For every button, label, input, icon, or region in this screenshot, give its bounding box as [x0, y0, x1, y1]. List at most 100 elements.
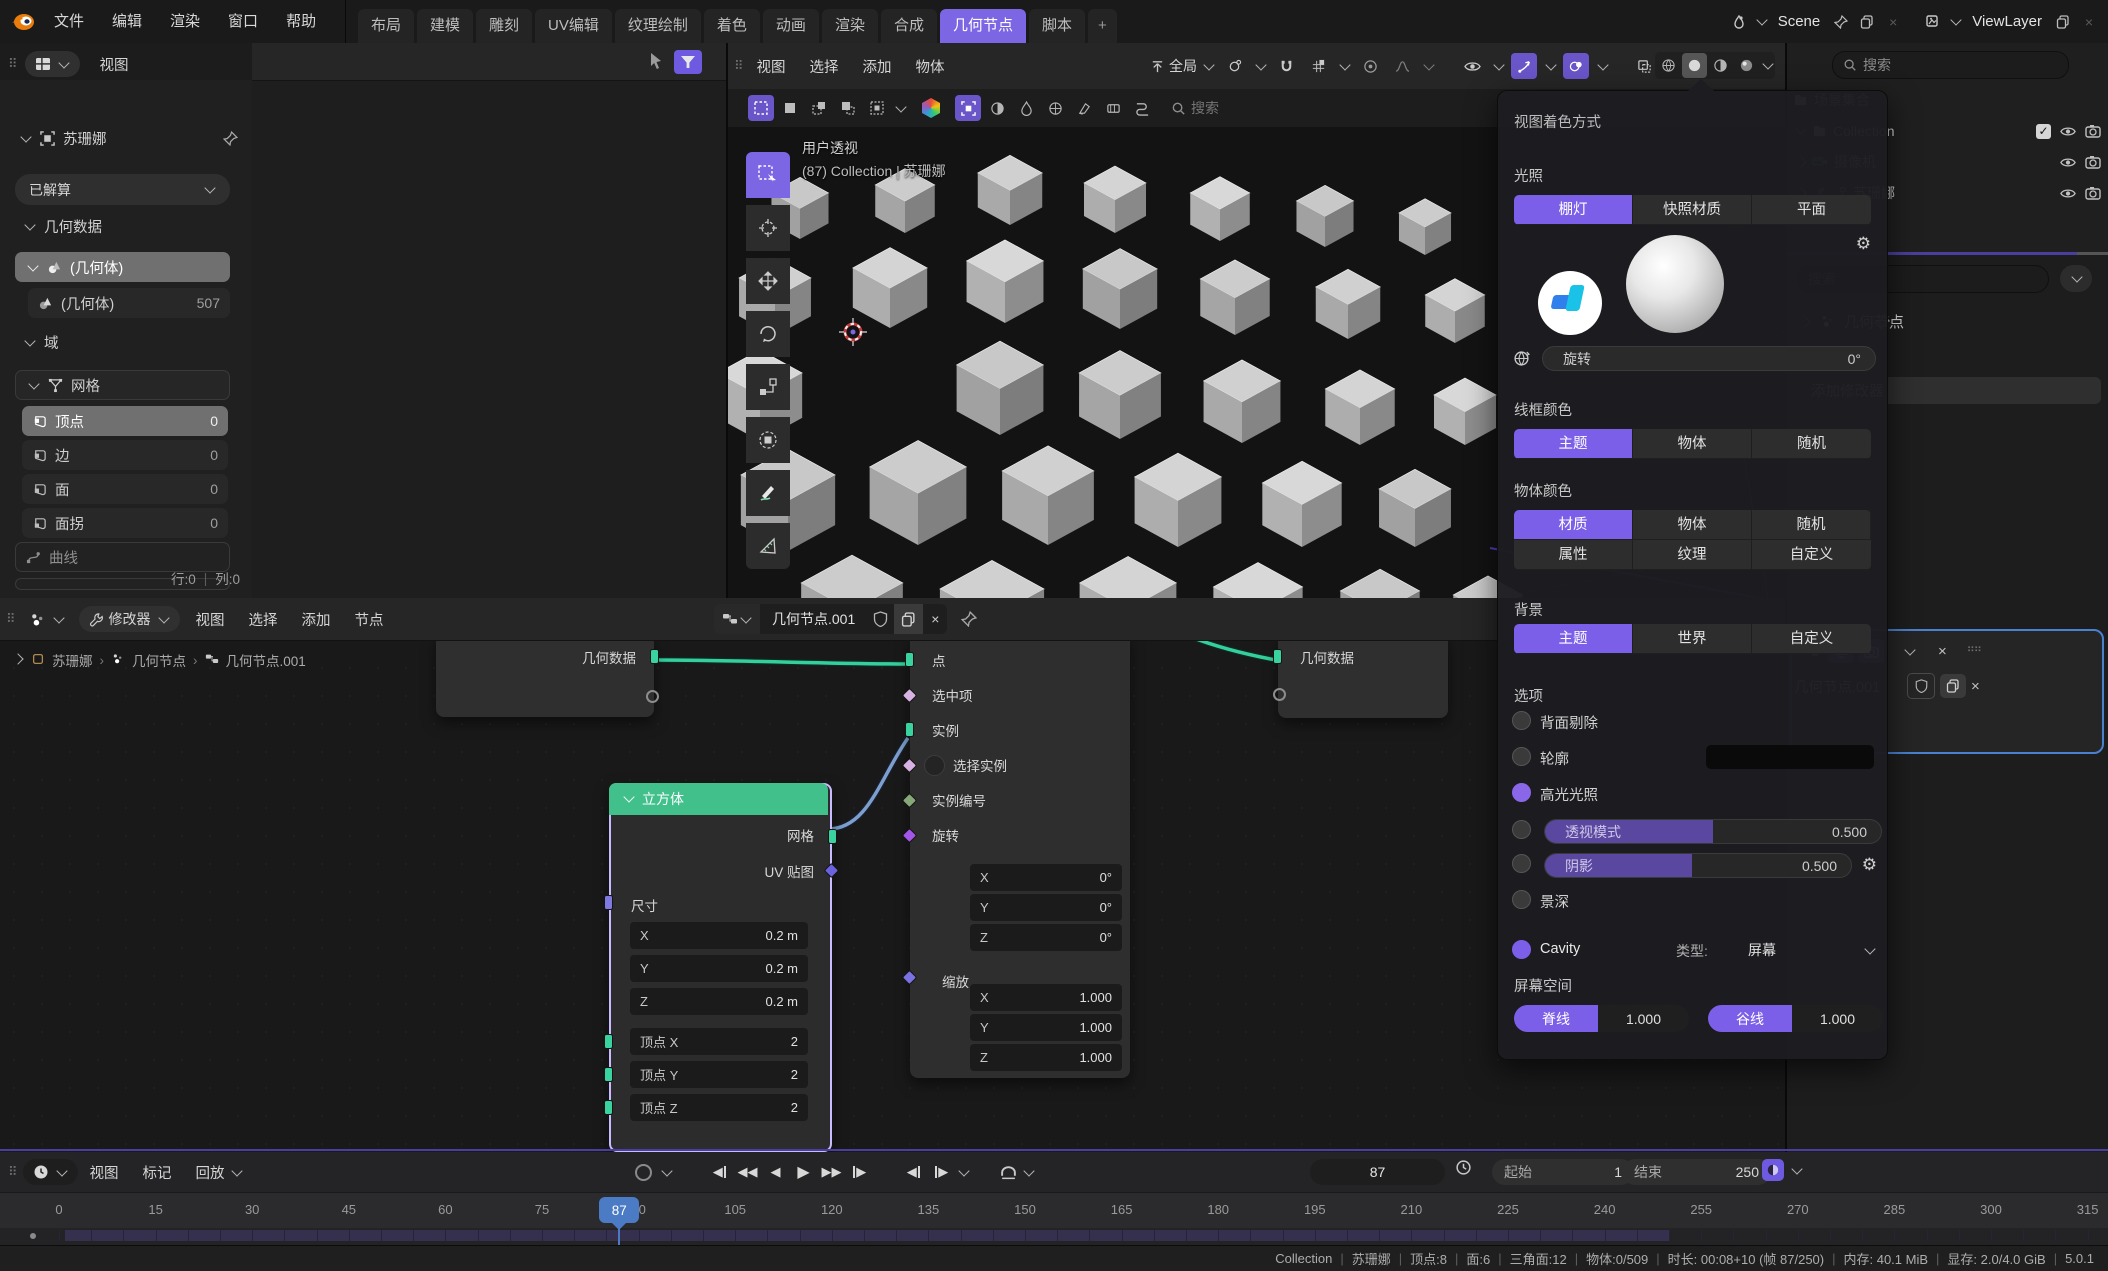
- tool-rotate[interactable]: [746, 311, 790, 357]
- editor-type-button[interactable]: [25, 51, 80, 77]
- fake-user-shield-button[interactable]: [867, 604, 894, 634]
- current-frame-field[interactable]: 87: [1310, 1159, 1445, 1185]
- spreadsheet-view-menu[interactable]: 视图: [88, 49, 141, 79]
- overlay-option-2-icon[interactable]: [984, 95, 1010, 121]
- keying-popover[interactable]: [1762, 1159, 1803, 1181]
- select-mode-intersect-icon[interactable]: [864, 95, 890, 121]
- gizmo-chevron[interactable]: [1545, 59, 1556, 70]
- cavity-type-dropdown[interactable]: 屏幕: [1748, 937, 1876, 963]
- background-option-0[interactable]: 主题: [1514, 624, 1633, 654]
- virtual-socket[interactable]: [1273, 688, 1286, 701]
- domain-row-0[interactable]: 顶点0: [22, 406, 228, 436]
- instance-input-4[interactable]: 实例编号: [910, 788, 1120, 812]
- object-color-option-4[interactable]: 纹理: [1633, 540, 1752, 570]
- cube-node-header[interactable]: 立方体: [609, 783, 828, 815]
- mesh-output-socket[interactable]: [828, 829, 837, 844]
- breadcrumb-item-2[interactable]: 几何节点.001: [226, 650, 306, 670]
- workspace-tab-3[interactable]: UV编辑: [535, 9, 612, 43]
- orientation-dropdown[interactable]: 全局: [1150, 56, 1215, 76]
- jump-to-start-button[interactable]: ◀: [706, 1159, 733, 1185]
- pin-icon[interactable]: [961, 611, 977, 627]
- topbar-menu-2[interactable]: 渲染: [156, 0, 214, 43]
- lighting-option-0[interactable]: 棚灯: [1514, 195, 1633, 225]
- breadcrumb-item-1[interactable]: 几何节点: [132, 650, 186, 670]
- select-mode-tweak-icon[interactable]: [748, 95, 774, 121]
- workspace-tab-4[interactable]: 纹理绘制: [615, 9, 701, 43]
- shading-solid-icon[interactable]: [1682, 53, 1707, 78]
- pivot-point-button[interactable]: [1221, 53, 1247, 79]
- shading-wireframe-icon[interactable]: [1656, 53, 1681, 78]
- workspace-tab-9[interactable]: 几何节点: [940, 9, 1026, 43]
- workspace-tab-6[interactable]: 动画: [763, 9, 819, 43]
- node-datablock-name[interactable]: 几何节点.001: [760, 604, 867, 634]
- copy-icon[interactable]: [1856, 11, 1878, 33]
- size-input-socket[interactable]: [604, 895, 613, 910]
- drag-dots-icon[interactable]: ⠿: [734, 58, 743, 74]
- viewport-search-input[interactable]: [1189, 99, 1303, 117]
- filter-toggle-button[interactable]: [674, 50, 702, 74]
- visibility-eye-icon[interactable]: [1459, 53, 1485, 79]
- select-mode-new-icon[interactable]: [777, 95, 803, 121]
- select-mode-subtract-icon[interactable]: [835, 95, 861, 121]
- viewport-menu-0[interactable]: 视图: [745, 43, 798, 89]
- copy-datablock-button[interactable]: [894, 604, 923, 634]
- viewport-menu-2[interactable]: 添加: [851, 43, 904, 89]
- data-source-object[interactable]: 苏珊娜: [18, 128, 238, 149]
- current-frame-badge[interactable]: 87: [599, 1197, 639, 1223]
- rotation-field-1[interactable]: Y0°: [970, 894, 1122, 921]
- viewlayer-copy-icon[interactable]: [2052, 11, 2074, 33]
- add-workspace-tab[interactable]: +: [1088, 9, 1117, 43]
- valley-slider[interactable]: 谷线 1.000: [1708, 1005, 1883, 1032]
- topbar-menu-3[interactable]: 窗口: [214, 0, 272, 43]
- editor-type-button[interactable]: [19, 606, 75, 632]
- workspace-tab-7[interactable]: 渲染: [822, 9, 878, 43]
- dof-toggle[interactable]: [1512, 890, 1531, 909]
- snap-chevron[interactable]: [1339, 59, 1350, 70]
- frame-start-field[interactable]: 起始1: [1492, 1159, 1634, 1185]
- tool-annotate[interactable]: [746, 470, 790, 516]
- instance-input-3[interactable]: 选择实例: [910, 753, 1120, 777]
- step-back-button[interactable]: ◀: [900, 1159, 927, 1185]
- proportional-edit-icon[interactable]: [1357, 53, 1383, 79]
- drag-dots-icon[interactable]: ⠿: [6, 611, 15, 627]
- modifier-delete-icon[interactable]: ×: [1938, 644, 1947, 659]
- overlay-option-1-icon[interactable]: [955, 95, 981, 121]
- autokey-record-button[interactable]: [630, 1159, 657, 1185]
- breadcrumb-item-0[interactable]: 苏珊娜: [52, 650, 93, 670]
- viewlayer-name[interactable]: ViewLayer: [1966, 13, 2048, 30]
- sync-icon[interactable]: [1000, 1165, 1017, 1180]
- instance-input-1[interactable]: 选中项: [910, 683, 1120, 707]
- pick-instance-toggle[interactable]: [924, 755, 945, 776]
- use-preview-range-button[interactable]: [1455, 1159, 1472, 1176]
- cube-vertex-field-socket-0[interactable]: [604, 1034, 613, 1049]
- node-instance-on-points[interactable]: 点选中项实例选择实例实例编号旋转 X0°Y0°Z0° 缩放 X1.000Y1.0…: [910, 636, 1130, 1078]
- instance-input-2[interactable]: 实例: [910, 718, 1120, 742]
- modifier-collapse-chevron[interactable]: [1904, 644, 1915, 655]
- specular-lighting-toggle[interactable]: [1512, 783, 1531, 802]
- modifier-drag-dots[interactable]: ⠛⠛: [1967, 645, 1981, 658]
- tool-cursor[interactable]: [746, 205, 790, 251]
- scale-field-0[interactable]: X1.000: [970, 984, 1122, 1011]
- modifier-unlink-icon[interactable]: ×: [1971, 679, 1980, 694]
- xray-toggle-button[interactable]: [1631, 53, 1657, 79]
- drag-dots-icon[interactable]: ⠿: [8, 56, 17, 72]
- lighting-option-1[interactable]: 快照材质: [1633, 195, 1752, 225]
- pivot-chevron[interactable]: [1255, 59, 1266, 70]
- tool-move[interactable]: [746, 258, 790, 304]
- workspace-tab-1[interactable]: 建模: [417, 9, 473, 43]
- properties-filter-chevron[interactable]: [2060, 265, 2092, 292]
- node-context-dropdown[interactable]: 修改器: [79, 606, 180, 632]
- world-icon[interactable]: [1508, 345, 1534, 371]
- node-editor-menu-3[interactable]: 节点: [343, 598, 396, 640]
- object-color-option-0[interactable]: 材质: [1514, 510, 1633, 540]
- cavity-toggle[interactable]: [1512, 940, 1531, 959]
- geometry-input-socket[interactable]: [1273, 649, 1282, 664]
- timeline-menu-2[interactable]: 回放: [184, 1152, 237, 1192]
- mesh-group-row[interactable]: 网格: [15, 370, 230, 400]
- sync-chevron[interactable]: [1023, 1165, 1034, 1176]
- blender-logo-icon[interactable]: [10, 9, 36, 33]
- viewlayer-icon[interactable]: [1922, 11, 1944, 33]
- tool-transform[interactable]: [746, 417, 790, 463]
- cube-size-field-1[interactable]: Y0.2 m: [630, 955, 808, 982]
- node-tree-type-button[interactable]: [714, 604, 760, 634]
